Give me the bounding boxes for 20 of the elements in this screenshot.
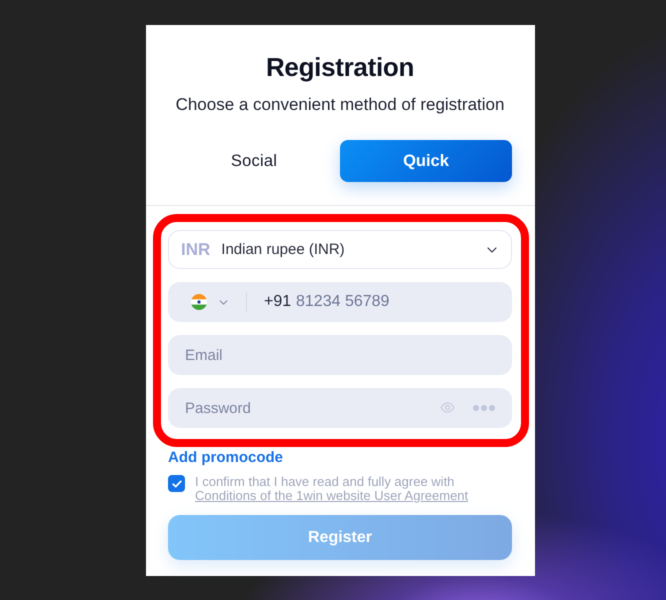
currency-select[interactable]: INR Indian rupee (INR) [168,230,512,269]
email-field[interactable]: Email [168,335,512,375]
agreement-text: I confirm that I have read and fully agree with Conditions of the 1win website User Agreement [195,475,470,503]
checkbox[interactable] [168,475,185,492]
currency-code: INR [181,240,210,260]
country-picker[interactable] [191,294,228,310]
check-icon [172,480,182,488]
flag-icon [191,294,207,310]
dialog-title: Registration [264,51,416,83]
chevron-down-icon [487,246,497,252]
agreement-link[interactable]: Conditions of the 1win website User Agreement [195,488,468,503]
dial-code: +91 [264,293,292,311]
password-field[interactable]: Password [168,388,512,428]
dots-icon[interactable] [473,404,495,410]
method-tab[interactable]: Social [168,140,340,182]
dialog-subtitle: Choose a convenient method of registration [174,95,506,115]
chevron-down-icon [219,300,228,304]
currency-value: Indian rupee (INR) [221,241,346,258]
method-tab[interactable]: Quick [340,140,512,182]
promocode-link[interactable]: Add promocode [168,449,283,467]
